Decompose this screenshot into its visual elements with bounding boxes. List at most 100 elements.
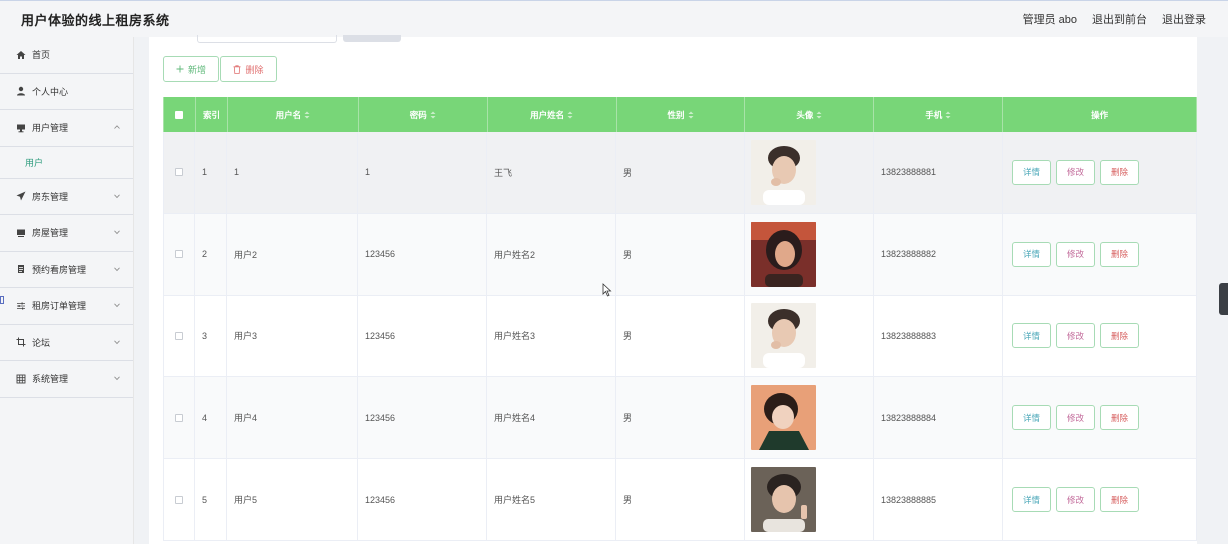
- sidebar-item-landlord-management[interactable]: 房东管理: [0, 179, 133, 215]
- cell-password: 123456: [358, 295, 487, 377]
- sliders-icon: [15, 300, 27, 312]
- row-select-cell: [163, 459, 195, 540]
- select-all-checkbox[interactable]: [175, 110, 184, 119]
- sidebar-item-viewing-appointment[interactable]: 预约看房管理: [0, 252, 133, 288]
- detail-button[interactable]: 详情: [1012, 159, 1051, 185]
- select-all-cell: [164, 97, 196, 132]
- avatar-image: [751, 303, 816, 369]
- sidebar-item-label: 预约看房管理: [32, 264, 87, 275]
- sort-icon: [304, 111, 310, 118]
- add-button[interactable]: 新增: [163, 56, 219, 82]
- logout-link[interactable]: 退出登录: [1162, 11, 1206, 27]
- user-icon: [15, 85, 27, 97]
- cell-avatar: [745, 213, 874, 295]
- cell-actions: 详情 修改 删除: [1003, 459, 1197, 540]
- left-edge-handle[interactable]: [0, 296, 4, 304]
- detail-button[interactable]: 详情: [1012, 487, 1051, 513]
- header-name[interactable]: 用户姓名: [488, 97, 617, 132]
- delete-button[interactable]: 删除: [1100, 159, 1139, 185]
- add-button-label: 新增: [187, 64, 206, 75]
- row-checkbox[interactable]: [175, 168, 183, 177]
- cell-index: 2: [195, 213, 227, 295]
- detail-button[interactable]: 详情: [1012, 323, 1051, 349]
- header-phone[interactable]: 手机: [874, 97, 1004, 132]
- sidebar-item-personal-center[interactable]: 个人中心: [0, 74, 133, 110]
- side-drawer-handle[interactable]: [1219, 283, 1228, 315]
- cell-phone: 13823888883: [874, 295, 1003, 377]
- row-checkbox[interactable]: [175, 250, 183, 259]
- header-avatar[interactable]: 头像: [745, 97, 875, 132]
- header-gender[interactable]: 性别: [617, 97, 746, 132]
- bulk-delete-button[interactable]: 删除: [220, 56, 277, 82]
- chevron-up-icon: [114, 125, 120, 129]
- edit-button[interactable]: 修改: [1056, 241, 1095, 267]
- sidebar-item-forum[interactable]: 论坛: [0, 325, 133, 361]
- search-button[interactable]: [343, 35, 401, 42]
- users-table: 索引 用户名 密码 用户姓名 性别 头像 手机 操作 1 1 1 王飞 男 13…: [163, 97, 1197, 541]
- cell-avatar: [745, 295, 874, 377]
- sidebar-item-system-management[interactable]: 系统管理: [0, 361, 133, 398]
- cell-actions: 详情 修改 删除: [1003, 132, 1197, 213]
- sidebar-subitem-users[interactable]: 用户: [0, 147, 133, 179]
- cell-name: 用户姓名2: [487, 213, 616, 295]
- delete-button[interactable]: 删除: [1100, 323, 1139, 349]
- sidebar-item-home[interactable]: 首页: [0, 37, 133, 74]
- app-title: 用户体验的线上租房系统: [21, 12, 170, 28]
- header-index: 索引: [196, 97, 228, 132]
- sidebar-item-user-management[interactable]: 用户管理: [0, 110, 133, 147]
- sort-icon: [816, 111, 822, 118]
- cell-phone: 13823888882: [874, 213, 1003, 295]
- cell-password: 123456: [358, 459, 487, 540]
- crop-icon: [15, 336, 27, 348]
- sidebar-item-label: 房东管理: [32, 191, 69, 202]
- detail-button[interactable]: 详情: [1012, 241, 1051, 267]
- sort-icon: [567, 111, 573, 118]
- cell-gender: 男: [616, 459, 745, 540]
- cell-avatar: [745, 459, 874, 540]
- sidebar-item-label: 系统管理: [32, 374, 69, 385]
- cell-index: 1: [195, 132, 227, 213]
- chevron-down-icon: [114, 194, 120, 198]
- cell-password: 123456: [358, 213, 487, 295]
- chevron-down-icon: [114, 340, 120, 344]
- header-name-label: 用户姓名: [530, 109, 565, 120]
- header-password[interactable]: 密码: [359, 97, 488, 132]
- top-links: 管理员 abo 退出到前台 退出登录: [1023, 11, 1206, 27]
- header-username-label: 用户名: [275, 109, 302, 120]
- row-select-cell: [163, 295, 195, 377]
- row-checkbox[interactable]: [175, 495, 183, 504]
- plus-icon: [176, 65, 184, 73]
- sidebar-item-house-management[interactable]: 房屋管理: [0, 215, 133, 252]
- sidebar-item-label: 房屋管理: [32, 228, 69, 239]
- cell-actions: 详情 修改 删除: [1003, 213, 1197, 295]
- cell-index: 4: [195, 377, 227, 459]
- cell-index: 3: [195, 295, 227, 377]
- admin-label[interactable]: 管理员 abo: [1023, 11, 1077, 27]
- header-username[interactable]: 用户名: [228, 97, 359, 132]
- cell-username: 用户5: [227, 459, 358, 540]
- cell-name: 用户姓名3: [487, 295, 616, 377]
- edit-button[interactable]: 修改: [1056, 405, 1095, 431]
- cell-password: 1: [358, 132, 487, 213]
- row-checkbox[interactable]: [175, 331, 183, 340]
- sidebar-item-rental-orders[interactable]: 租房订单管理: [0, 288, 133, 325]
- search-input[interactable]: [197, 35, 337, 43]
- edit-button[interactable]: 修改: [1056, 487, 1095, 513]
- delete-button[interactable]: 删除: [1100, 241, 1139, 267]
- avatar-image: [751, 139, 816, 205]
- cell-gender: 男: [616, 295, 745, 377]
- edit-button[interactable]: 修改: [1056, 159, 1095, 185]
- sort-icon: [945, 111, 951, 118]
- cell-index: 5: [195, 459, 227, 540]
- detail-button[interactable]: 详情: [1012, 405, 1051, 431]
- header-phone-label: 手机: [925, 109, 943, 120]
- row-checkbox[interactable]: [175, 413, 183, 422]
- edit-button[interactable]: 修改: [1056, 323, 1095, 349]
- delete-button[interactable]: 删除: [1100, 405, 1139, 431]
- sidebar-item-label: 用户管理: [32, 123, 69, 134]
- back-to-front-link[interactable]: 退出到前台: [1092, 11, 1147, 27]
- cell-phone: 13823888885: [874, 459, 1003, 540]
- delete-button[interactable]: 删除: [1100, 487, 1139, 513]
- table-row: 4 用户4 123456 用户姓名4 男 13823888884 详情 修改 删…: [163, 377, 1197, 460]
- cell-actions: 详情 修改 删除: [1003, 295, 1197, 377]
